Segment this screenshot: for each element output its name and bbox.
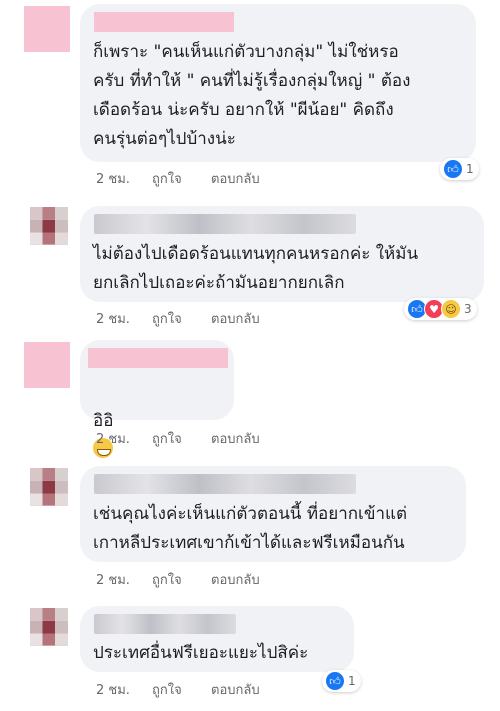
thumbs-up-icon: 👍︎ (325, 671, 345, 691)
author-name-redacted[interactable] (94, 214, 356, 234)
avatar[interactable] (30, 468, 68, 506)
timestamp[interactable]: 2 ชม. (96, 168, 130, 189)
like-link[interactable]: ถูกใจ (152, 168, 182, 189)
timestamp[interactable]: 2 ชม. (96, 308, 130, 329)
comment-actions: 2 ชม. ถูกใจ ตอบกลับ (96, 679, 296, 700)
comment-bubble: เช่นคุณไงค่ะเห็นแก่ตัวตอนนี้ ที่อยากเข้า… (80, 466, 466, 562)
comment-text: เช่นคุณไงค่ะเห็นแก่ตัวตอนนี้ ที่อยากเข้า… (93, 504, 408, 553)
comment-text: ประเทศอื่นฟรีเยอะแยะไปสิค่ะ (93, 643, 309, 663)
avatar[interactable] (30, 207, 68, 245)
comment-text: ไม่ต้องไปเดือดร้อนแทนทุกคนหรอกค่ะ ให้มัน… (93, 244, 419, 293)
comment-actions: 2 ชม. ถูกใจ ตอบกลับ (96, 428, 296, 449)
reply-link[interactable]: ตอบกลับ (211, 679, 260, 700)
comment-bubble: ประเทศอื่นฟรีเยอะแยะไปสิค่ะ (80, 606, 354, 672)
comment-bubble: อิอิ (80, 340, 234, 458)
comment-actions: 2 ชม. ถูกใจ ตอบกลับ (96, 308, 296, 329)
like-link[interactable]: ถูกใจ (152, 428, 182, 449)
comment-actions: 2 ชม. ถูกใจ ตอบกลับ (96, 569, 296, 590)
reply-link[interactable]: ตอบกลับ (211, 168, 260, 189)
reaction-summary[interactable]: 👍︎ 1 (322, 670, 361, 692)
comment-actions: 2 ชม. ถูกใจ ตอบกลับ (96, 168, 296, 189)
reaction-count: 3 (464, 302, 472, 316)
like-link[interactable]: ถูกใจ (152, 569, 182, 590)
timestamp[interactable]: 2 ชม. (96, 428, 130, 449)
comment-text: ก็เพราะ "คนเห็นแก่ตัวบางกลุ่ม" ไม่ใช่หรอ… (93, 42, 411, 149)
reply-link[interactable]: ตอบกลับ (211, 569, 260, 590)
reply-link[interactable]: ตอบกลับ (211, 308, 260, 329)
laughing-face-icon: ☺ (441, 299, 461, 319)
avatar[interactable] (24, 342, 70, 388)
reaction-summary[interactable]: 👍︎ ♥ ☺ 3 (404, 298, 477, 320)
reaction-count: 1 (348, 674, 356, 688)
like-link[interactable]: ถูกใจ (152, 308, 182, 329)
avatar[interactable] (24, 6, 70, 52)
avatar[interactable] (30, 608, 68, 646)
comment-text: อิอิ (93, 378, 223, 465)
author-name-redacted[interactable] (94, 614, 236, 634)
reaction-summary[interactable]: 👍︎ 1 (440, 158, 479, 180)
like-link[interactable]: ถูกใจ (152, 679, 182, 700)
author-name-redacted[interactable] (94, 474, 356, 494)
comment-bubble: ไม่ต้องไปเดือดร้อนแทนทุกคนหรอกค่ะ ให้มัน… (80, 206, 484, 302)
timestamp[interactable]: 2 ชม. (96, 569, 130, 590)
reply-link[interactable]: ตอบกลับ (211, 428, 260, 449)
timestamp[interactable]: 2 ชม. (96, 679, 130, 700)
reaction-count: 1 (466, 162, 474, 176)
thumbs-up-icon: 👍︎ (443, 159, 463, 179)
author-name-redacted[interactable] (88, 348, 228, 368)
comment-bubble: ก็เพราะ "คนเห็นแก่ตัวบางกลุ่ม" ไม่ใช่หรอ… (80, 4, 476, 162)
author-name-redacted[interactable] (94, 12, 234, 32)
